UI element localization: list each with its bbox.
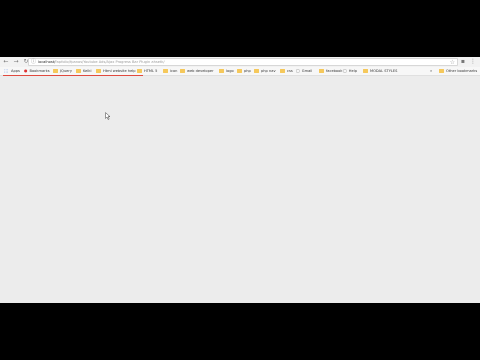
bookmark-label: Help (348, 69, 357, 73)
bookmark-modal-styles[interactable]: MODAL STYLES (363, 69, 397, 73)
bookmark-facebook[interactable]: facebook (319, 69, 342, 73)
bookmark-logo[interactable]: logo (219, 69, 234, 73)
address-host: localhost/ (38, 60, 56, 64)
folder-icon (96, 69, 101, 73)
folder-icon (237, 69, 242, 73)
bookmark-gmail[interactable]: ▢ Gmail (296, 68, 313, 74)
bookmark-label: Gmail (301, 69, 313, 73)
bookmark-label: web developer (187, 69, 214, 73)
menu-icon[interactable]: ⋮ (470, 58, 476, 66)
info-icon: ⓘ (31, 58, 37, 65)
browser-window: ← → ↻ ⓘ localhost/fapfolio/fpanos/Youtub… (0, 57, 480, 303)
folder-icon (254, 69, 259, 73)
bookmark-css[interactable]: css (280, 69, 293, 73)
bookmark-label: php (244, 69, 251, 73)
folder-icon (319, 69, 324, 73)
bookmark-other-bookmarks[interactable]: Other bookmarks (439, 69, 477, 73)
bookmark-apps[interactable]: Apps (4, 69, 20, 73)
bookmark-label: icon (170, 69, 178, 73)
folder-icon (280, 69, 285, 73)
bookmark-html5[interactable]: HTML 5 (137, 69, 157, 73)
page-icon: ▢ (343, 68, 347, 73)
folder-icon (180, 69, 185, 73)
folder-icon (363, 69, 368, 73)
video-letterbox-top (0, 0, 480, 57)
bookmark-label: facebook (326, 69, 343, 73)
back-arrow-icon: ← (3, 58, 9, 65)
folder-icon (76, 69, 81, 73)
bookmark-label: Bookmarks (29, 69, 50, 73)
address-bar[interactable]: ⓘ localhost/fapfolio/fpanos/Youtube Ads/… (28, 58, 458, 66)
bookmark-label: HTML 5 (144, 69, 158, 73)
bookmark-label: logo (226, 69, 234, 73)
forward-arrow-icon: → (13, 58, 19, 65)
address-url: localhost/fapfolio/fpanos/Youtube Ads/Aj… (38, 60, 165, 64)
folder-icon (53, 69, 58, 73)
bookmark-label: css (287, 69, 293, 73)
browser-toolbar: ← → ↻ ⓘ localhost/fapfolio/fpanos/Youtub… (0, 57, 480, 67)
bookmark-php-nav[interactable]: php nav (254, 69, 276, 73)
bookmark-label: Kelkl (83, 69, 92, 73)
bookmark-label: MODAL STYLES (370, 69, 398, 73)
video-letterbox-bottom (0, 303, 480, 360)
folder-icon (163, 69, 168, 73)
chevron-right-icon: » (430, 69, 433, 73)
back-button[interactable]: ← (2, 58, 10, 66)
more-bookmarks-button[interactable]: » (430, 69, 432, 73)
bookmark-html-website-help[interactable]: Html website help (96, 69, 136, 73)
apps-icon (4, 69, 8, 73)
bookmark-label: Other bookmarks (446, 69, 478, 73)
bookmark-help[interactable]: ▢ Help (343, 68, 357, 74)
page-loading-bar (3, 75, 143, 76)
star-icon[interactable]: ☆ (450, 59, 455, 66)
bookmark-jquery[interactable]: JQuery (53, 69, 72, 73)
bookmark-icon-folder[interactable]: icon (163, 69, 177, 73)
bookmark-label: Apps (11, 69, 20, 73)
mouse-cursor-icon (105, 112, 111, 120)
bookmark-icon: ● (24, 68, 28, 73)
bookmark-web-developer[interactable]: web developer (180, 69, 214, 73)
forward-button[interactable]: → (12, 58, 20, 66)
page-icon: ▢ (296, 68, 300, 73)
folder-icon (219, 69, 224, 73)
bookmark-label: JQuery (60, 69, 72, 73)
address-path: fapfolio/fpanos/Youtube Ads/Ajax Progres… (55, 60, 165, 64)
bookmark-label: Html website help (103, 69, 136, 73)
bookmark-php[interactable]: php (237, 69, 251, 73)
folder-icon (439, 69, 444, 73)
bookmark-label: php nav (261, 69, 276, 73)
extension-icon[interactable]: ▪ (461, 58, 465, 66)
bookmark-bookmarks[interactable]: ● Bookmarks (24, 68, 50, 74)
bookmark-kelkl[interactable]: Kelkl (76, 69, 91, 73)
folder-icon (137, 69, 142, 73)
